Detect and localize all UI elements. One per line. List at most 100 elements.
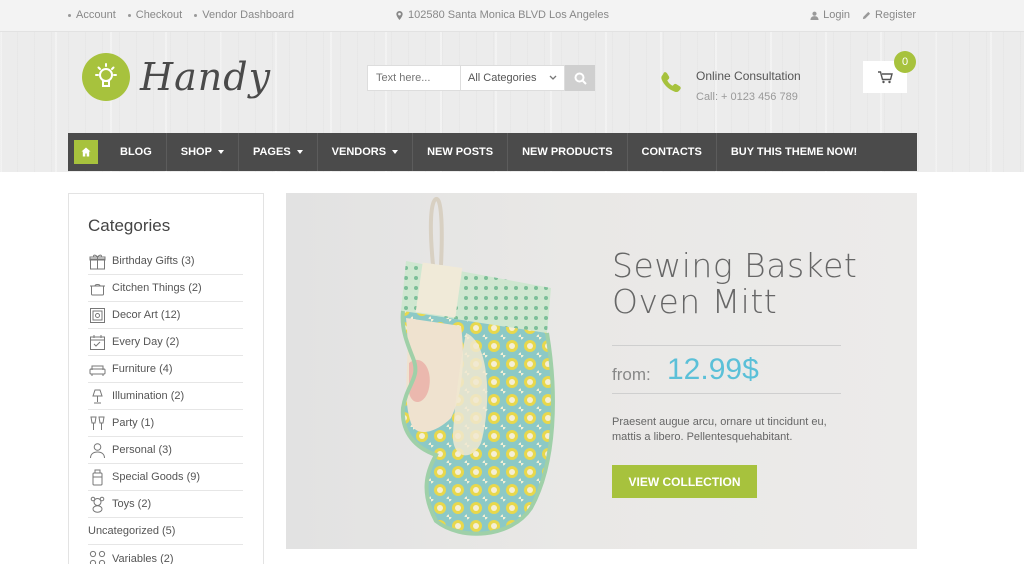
nav-blog-label: BLOG — [120, 146, 152, 158]
category-label: Uncategorized (5) — [88, 525, 176, 537]
category-item[interactable]: Birthday Gifts (3) — [88, 248, 243, 275]
category-item[interactable]: Variables (2) — [88, 545, 243, 564]
frame-icon — [88, 306, 106, 324]
category-select-value: All Categories — [468, 72, 537, 84]
nav-vendors-label: VENDORS — [331, 146, 387, 158]
category-item[interactable]: Toys (2) — [88, 491, 243, 518]
map-pin-icon — [396, 10, 403, 20]
category-item[interactable]: Furniture (4) — [88, 356, 243, 383]
calendar-icon — [88, 333, 106, 351]
bullet-icon — [68, 13, 71, 17]
lamp-icon — [88, 387, 106, 405]
cart-icon — [877, 70, 893, 83]
banner-title-line2: Oven Mitt — [612, 282, 778, 321]
home-button[interactable] — [74, 140, 98, 164]
bullet-icon — [127, 13, 131, 17]
nav-buy-theme-label: BUY THIS THEME NOW! — [730, 146, 858, 158]
category-label: Every Day (2) — [112, 336, 180, 348]
nav-contacts[interactable]: CONTACTS — [628, 133, 717, 171]
checkout-link[interactable]: Checkout — [127, 9, 183, 21]
nav-new-posts[interactable]: NEW POSTS — [413, 133, 509, 171]
category-item[interactable]: Illumination (2) — [88, 383, 243, 410]
category-item[interactable]: Party (1) — [88, 410, 243, 437]
teddy-icon — [88, 495, 106, 513]
category-item[interactable]: Uncategorized (5) — [88, 518, 243, 545]
address-text: 102580 Santa Monica BLVD Los Angeles — [408, 9, 609, 21]
main-nav: BLOG SHOP PAGES VENDORS NEW POSTS NEW PR… — [68, 133, 917, 171]
search-bar: All Categories — [367, 65, 595, 91]
pencil-icon — [862, 11, 871, 19]
nav-shop[interactable]: SHOP — [167, 133, 239, 171]
bullet-icon — [194, 13, 198, 17]
nav-new-posts-label: NEW POSTS — [427, 146, 494, 158]
register-link[interactable]: Register — [862, 9, 916, 21]
consult-text: Online Consultation Call: + 0123 456 789 — [696, 67, 801, 103]
phone-icon — [661, 72, 681, 92]
banner-title-line1: Sewing Basket — [612, 246, 858, 285]
search-icon — [574, 72, 587, 85]
category-label: Personal (3) — [112, 444, 172, 456]
glasses-icon — [88, 414, 106, 432]
category-label: Special Goods (9) — [112, 471, 201, 483]
consult-phone: Call: + 0123 456 789 — [696, 91, 798, 103]
nav-pages-label: PAGES — [252, 146, 291, 158]
user-icon — [810, 11, 819, 20]
gift-icon — [88, 252, 106, 270]
top-bar: Account Checkout Vendor Dashboard 102580… — [0, 0, 1024, 32]
pot-icon — [88, 279, 106, 297]
caret-down-icon — [392, 150, 399, 154]
account-link-label: Account — [76, 9, 116, 21]
dots-icon — [88, 550, 106, 564]
category-item[interactable]: Decor Art (12) — [88, 302, 243, 329]
consult-title: Online Consultation — [696, 69, 801, 83]
category-label: Decor Art (12) — [112, 309, 181, 321]
search-button[interactable] — [565, 65, 595, 91]
view-collection-button[interactable]: VIEW COLLECTION — [612, 465, 757, 498]
categories-widget: Categories Birthday Gifts (3) Citchen Th… — [68, 193, 264, 564]
category-label: Birthday Gifts (3) — [112, 255, 195, 267]
category-label: Citchen Things (2) — [112, 282, 202, 294]
banner-price: 12.99$ — [667, 353, 759, 386]
banner-title: Sewing Basket Oven Mitt — [612, 248, 857, 320]
hero-banner: Sewing Basket Oven Mitt from: 12.99$ Pra… — [286, 193, 917, 549]
category-item[interactable]: Every Day (2) — [88, 329, 243, 356]
auth-links: Login Register — [810, 9, 916, 21]
caret-down-icon — [296, 150, 303, 154]
categories-title: Categories — [88, 216, 171, 235]
category-item[interactable]: Special Goods (9) — [88, 464, 243, 491]
login-label: Login — [823, 9, 851, 21]
nav-contacts-label: CONTACTS — [641, 146, 702, 158]
cart-count-badge: 0 — [894, 51, 916, 73]
price-from-label: from: — [612, 365, 651, 384]
category-item[interactable]: Citchen Things (2) — [88, 275, 243, 302]
caret-down-icon — [217, 150, 224, 154]
logo-text: Handy — [140, 55, 272, 99]
register-label: Register — [875, 9, 916, 21]
vendor-dashboard-link-label: Vendor Dashboard — [202, 9, 294, 21]
nav-new-products-label: NEW PRODUCTS — [522, 146, 613, 158]
search-input[interactable] — [367, 65, 460, 91]
person-icon — [88, 441, 106, 459]
category-item[interactable]: Personal (3) — [88, 437, 243, 464]
category-select[interactable]: All Categories — [460, 65, 565, 91]
category-label: Toys (2) — [112, 498, 152, 510]
oven-mitt-image — [400, 197, 555, 536]
nav-new-products[interactable]: NEW PRODUCTS — [508, 133, 628, 171]
online-consultation: Online Consultation Call: + 0123 456 789 — [660, 67, 801, 103]
nav-vendors[interactable]: VENDORS — [318, 133, 414, 171]
nav-buy-theme[interactable]: BUY THIS THEME NOW! — [717, 133, 871, 171]
category-label: Variables (2) — [112, 552, 174, 564]
category-list: Birthday Gifts (3) Citchen Things (2) De… — [88, 248, 243, 564]
bottle-icon — [88, 468, 106, 486]
site-logo[interactable]: Handy — [82, 53, 271, 101]
nav-pages[interactable]: PAGES — [239, 133, 318, 171]
account-link[interactable]: Account — [68, 9, 116, 21]
banner-description: Praesent augue arcu, ornare ut tincidunt… — [612, 416, 827, 443]
chevron-down-icon — [549, 75, 557, 80]
login-link[interactable]: Login — [810, 9, 850, 21]
nav-blog[interactable]: BLOG — [106, 133, 167, 171]
store-address: 102580 Santa Monica BLVD Los Angeles — [395, 9, 609, 21]
vendor-dashboard-link[interactable]: Vendor Dashboard — [194, 9, 294, 21]
checkout-link-label: Checkout — [135, 9, 183, 21]
nav-shop-label: SHOP — [180, 146, 212, 158]
